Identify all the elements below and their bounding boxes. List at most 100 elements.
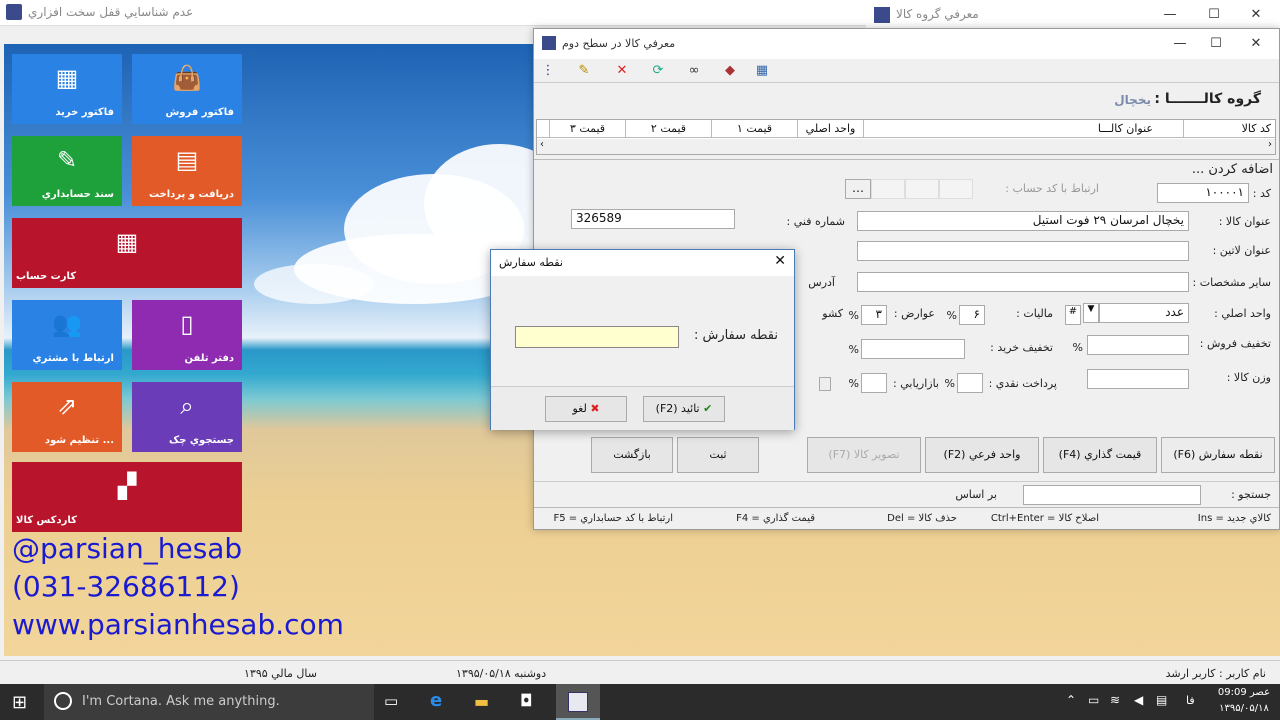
- order-point-button-label: نقطه سفارش (F6): [1173, 448, 1263, 461]
- tile-check-search[interactable]: ⌕ جستجوي چک: [132, 382, 242, 452]
- account-link-field-1[interactable]: [939, 179, 973, 199]
- close-button[interactable]: ✕: [1238, 33, 1274, 55]
- buy-discount-field[interactable]: [861, 339, 965, 359]
- marketing-field[interactable]: [861, 373, 887, 393]
- clock-date[interactable]: ۱۳۹۵/۰۵/۱۸: [1214, 703, 1274, 714]
- item-image-button[interactable]: تصوير کالا (F7): [807, 437, 921, 473]
- search-input[interactable]: [1023, 485, 1201, 505]
- tech-number-field[interactable]: 326589: [571, 209, 735, 229]
- search-row: جستجو : بر اساس: [534, 481, 1279, 507]
- order-point-button[interactable]: نقطه سفارش (F6): [1161, 437, 1275, 473]
- other-specs-field[interactable]: [857, 272, 1189, 292]
- tile-customer-relation[interactable]: 👥 ارتباط با مشتري: [12, 300, 122, 370]
- back-button[interactable]: بازگشت: [591, 437, 673, 473]
- col-main-unit[interactable]: واحد اصلي: [797, 120, 863, 138]
- binoculars-icon[interactable]: ∞: [684, 62, 704, 80]
- chevron-down-icon[interactable]: ▼: [1083, 303, 1099, 323]
- document-icon[interactable]: [819, 377, 831, 391]
- minimize-button[interactable]: —: [1162, 33, 1198, 55]
- x-icon: ✖: [590, 402, 600, 415]
- ok-button-label: تائيد (F2): [655, 402, 700, 415]
- language-indicator[interactable]: فا: [1186, 694, 1195, 707]
- title-label: عنوان کالا :: [1218, 215, 1271, 228]
- title-field[interactable]: يخچال امرسان ۲۹ فوت استيل: [857, 211, 1189, 231]
- status-new: کالاي جديد = Ins: [1197, 513, 1271, 524]
- app-icon: [6, 4, 22, 20]
- save-button[interactable]: ثبت: [677, 437, 759, 473]
- edge-icon[interactable]: e: [430, 690, 442, 711]
- tile-phonebook[interactable]: ▯ دفتر تلفن: [132, 300, 242, 370]
- message-icon[interactable]: ▤: [1156, 693, 1167, 707]
- windows-start-icon[interactable]: ⊞: [12, 692, 27, 713]
- app-icon: [568, 692, 588, 712]
- tile-item-kardex[interactable]: ▞ کاردکس کالا: [12, 462, 242, 532]
- chevron-up-icon[interactable]: ⌃: [1066, 693, 1076, 707]
- account-link-browse-button[interactable]: …: [845, 179, 871, 199]
- col-price-3[interactable]: قيمت ۳: [549, 120, 625, 138]
- tax-field[interactable]: ۶: [959, 305, 985, 325]
- percent-sign: %: [944, 377, 955, 390]
- volume-icon[interactable]: ◀: [1134, 693, 1143, 707]
- users-icon: 👥: [52, 310, 82, 338]
- account-link-field-2[interactable]: [905, 179, 939, 199]
- eraser-icon[interactable]: ◆: [720, 62, 740, 80]
- calculator-icon[interactable]: #: [1065, 305, 1081, 325]
- maximize-button[interactable]: ☐: [1198, 33, 1234, 55]
- weight-field[interactable]: [1087, 369, 1189, 389]
- status-link: ارتباط با کد حسابداري = F5: [553, 513, 673, 524]
- code-field[interactable]: ۱۰۰۰۰۱: [1157, 183, 1249, 203]
- task-view-icon[interactable]: ▭: [384, 692, 398, 710]
- col-item-title[interactable]: عنوان کالـــا: [863, 120, 1183, 138]
- percent-sign: %: [848, 309, 859, 322]
- file-explorer-icon[interactable]: ▬: [474, 692, 489, 711]
- tile-accounting-doc[interactable]: ✎ سند حسابداري: [12, 136, 122, 206]
- horizontal-scrollbar[interactable]: ‹ ›: [537, 139, 1275, 154]
- item-window-icon: [542, 36, 556, 50]
- sale-discount-field[interactable]: [1087, 335, 1189, 355]
- tile-account-card[interactable]: ▦ کارت حساب: [12, 218, 242, 288]
- scroll-right-icon[interactable]: ›: [1268, 139, 1272, 150]
- close-icon[interactable]: ✕: [774, 253, 786, 269]
- pencil-icon[interactable]: ✎: [574, 62, 594, 80]
- col-item-code[interactable]: کد کالا: [1183, 120, 1275, 138]
- cancel-button[interactable]: ✖ لغو: [545, 396, 627, 422]
- tile-sales-invoice[interactable]: 👜 فاکتور فروش: [132, 54, 242, 124]
- shortcut-status-bar: کالاي جديد = Ins اصلاح کالا = Ctrl+Enter…: [534, 507, 1279, 529]
- fiscal-year-status: سال مالي ۱۳۹۵: [244, 667, 317, 680]
- app-taskbar-button[interactable]: [556, 684, 600, 720]
- marketing-label: بازاريابي :: [893, 377, 939, 390]
- items-table[interactable]: کد کالا عنوان کالـــا واحد اصلي قيمت ۱ ق…: [536, 119, 1276, 155]
- pricing-button[interactable]: قيمت گذاري (F4): [1043, 437, 1157, 473]
- table-icon[interactable]: ▦: [752, 62, 772, 80]
- tile-purchase-invoice[interactable]: ▦ فاکتور خريد: [12, 54, 122, 124]
- cash-payment-field[interactable]: [957, 373, 983, 393]
- tree-icon[interactable]: ⋮: [538, 62, 558, 80]
- tile-receive-pay[interactable]: ▤ دريافت و پرداخت: [132, 136, 242, 206]
- close-button[interactable]: ✕: [1238, 4, 1274, 26]
- refresh-icon[interactable]: ⟳: [648, 62, 668, 80]
- duty-field[interactable]: ۳: [861, 305, 887, 325]
- col-price-1[interactable]: قيمت ۱: [711, 120, 797, 138]
- sub-unit-button[interactable]: واحد فرعي (F2): [925, 437, 1039, 473]
- status-pricing: قيمت گذاري = F4: [736, 513, 815, 524]
- wifi-icon[interactable]: ≋: [1110, 693, 1120, 707]
- maximize-button[interactable]: ☐: [1196, 4, 1232, 26]
- account-link-field-3[interactable]: [871, 179, 905, 199]
- battery-icon[interactable]: ▭: [1088, 693, 1099, 707]
- main-unit-select[interactable]: عدد: [1099, 303, 1189, 323]
- cortana-search-box[interactable]: I'm Cortana. Ask me anything.: [44, 684, 374, 720]
- store-icon[interactable]: ◘: [520, 691, 533, 710]
- account-link-label: ارتباط با کد حساب :: [1005, 182, 1099, 195]
- latin-title-field[interactable]: [857, 241, 1189, 261]
- delete-icon[interactable]: ✕: [612, 62, 632, 80]
- col-price-2[interactable]: قيمت ۲: [625, 120, 711, 138]
- order-point-input[interactable]: [515, 326, 679, 348]
- toolbar: ⋮ ✎ ✕ ⟳ ∞ ◆ ▦: [534, 59, 1279, 83]
- item-image-button-label: تصوير کالا (F7): [828, 448, 900, 461]
- tile-configure[interactable]: ⇗ تنظيم شود ...: [12, 382, 122, 452]
- minimize-button[interactable]: —: [1152, 4, 1188, 26]
- ok-button[interactable]: ✔ تائيد (F2): [643, 396, 725, 422]
- duty-label: عوارض :: [893, 307, 935, 320]
- clock-time[interactable]: عصر 09:09: [1214, 687, 1274, 698]
- scroll-left-icon[interactable]: ‹: [540, 139, 544, 150]
